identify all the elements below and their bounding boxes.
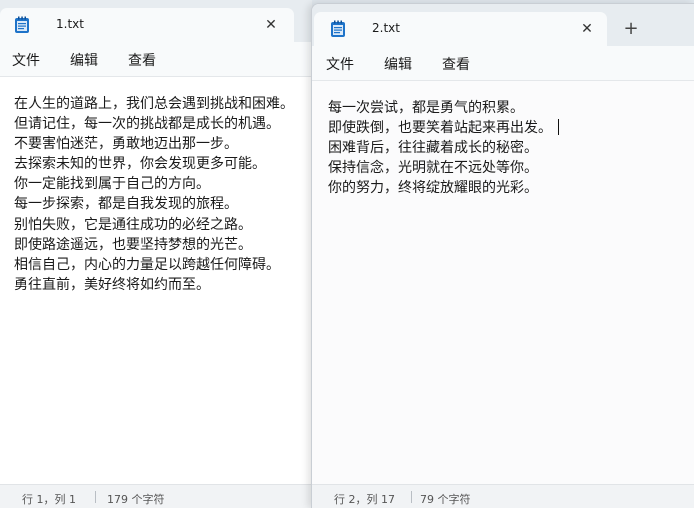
character-count: 179 个字符 xyxy=(107,493,165,506)
text-line: 去探索未知的世界，你会发现更多可能。 xyxy=(14,156,266,173)
text-line-active: 即使跌倒，也要笑着站起来再出发。 xyxy=(328,118,559,138)
notepad-window-1: 1.txt ✕ 文件 编辑 查看 在人生的道路上，我们总会遇到挑战和困难。 但请… xyxy=(0,0,312,508)
menu-view[interactable]: 查看 xyxy=(128,50,156,70)
text-line: 相信自己，内心的力量足以跨越任何障碍。 xyxy=(14,256,280,273)
menu-bar: 文件 编辑 查看 xyxy=(312,46,694,80)
text-editor[interactable]: 每一次尝试，都是勇气的积累。 即使跌倒，也要笑着站起来再出发。 困难背后，往往藏… xyxy=(312,80,694,484)
notepad-icon xyxy=(330,20,346,38)
text-line-content: 即使跌倒，也要笑着站起来再出发。 xyxy=(328,120,552,137)
tab-bar: 1.txt ✕ xyxy=(0,0,312,42)
tab-title: 2.txt xyxy=(372,21,400,35)
tab-bar: 2.txt ✕ + xyxy=(312,4,694,46)
text-line: 每一次尝试，都是勇气的积累。 xyxy=(328,100,524,116)
tab-2-txt[interactable]: 2.txt ✕ xyxy=(314,12,607,46)
menu-file[interactable]: 文件 xyxy=(12,50,40,70)
status-divider xyxy=(95,491,96,503)
status-bar: 行 1，列 1 179 个字符 xyxy=(0,484,312,508)
menu-bar: 文件 编辑 查看 xyxy=(0,42,312,76)
text-line: 你的努力，终将绽放耀眼的光彩。 xyxy=(328,180,538,197)
menu-edit[interactable]: 编辑 xyxy=(384,54,412,74)
cursor-position: 行 2，列 17 xyxy=(334,493,395,506)
new-tab-icon[interactable]: + xyxy=(619,18,643,42)
tab-1-txt[interactable]: 1.txt ✕ xyxy=(0,8,294,42)
menu-view[interactable]: 查看 xyxy=(442,54,470,74)
text-line: 勇往直前，美好终将如约而至。 xyxy=(14,276,210,293)
text-line: 你一定能找到属于自己的方向。 xyxy=(14,176,210,193)
character-count: 79 个字符 xyxy=(420,493,471,506)
status-bar: 行 2，列 17 79 个字符 xyxy=(312,484,694,508)
text-line: 在人生的道路上，我们总会遇到挑战和困难。 xyxy=(14,96,294,112)
text-editor[interactable]: 在人生的道路上，我们总会遇到挑战和困难。 但请记住，每一次的挑战都是成长的机遇。… xyxy=(0,76,312,484)
cursor-position: 行 1，列 1 xyxy=(22,493,76,506)
close-icon[interactable]: ✕ xyxy=(259,13,283,37)
tab-title: 1.txt xyxy=(56,17,84,31)
notepad-window-2: 2.txt ✕ + 文件 编辑 查看 每一次尝试，都是勇气的积累。 即使跌倒，也… xyxy=(311,3,694,508)
text-line: 保持信念，光明就在不远处等你。 xyxy=(328,160,538,177)
text-line: 即使路途遥远，也要坚持梦想的光芒。 xyxy=(14,236,252,253)
text-line: 但请记住，每一次的挑战都是成长的机遇。 xyxy=(14,116,280,133)
text-caret xyxy=(558,119,559,136)
text-line: 每一步探索，都是自我发现的旅程。 xyxy=(14,196,238,213)
close-icon[interactable]: ✕ xyxy=(575,17,599,41)
menu-edit[interactable]: 编辑 xyxy=(70,50,98,70)
status-divider xyxy=(411,491,412,503)
text-line: 不要害怕迷茫，勇敢地迈出那一步。 xyxy=(14,136,238,153)
text-line: 困难背后，往往藏着成长的秘密。 xyxy=(328,140,538,157)
notepad-icon xyxy=(14,16,30,34)
text-line: 别怕失败，它是通往成功的必经之路。 xyxy=(14,216,252,233)
menu-file[interactable]: 文件 xyxy=(326,54,354,74)
